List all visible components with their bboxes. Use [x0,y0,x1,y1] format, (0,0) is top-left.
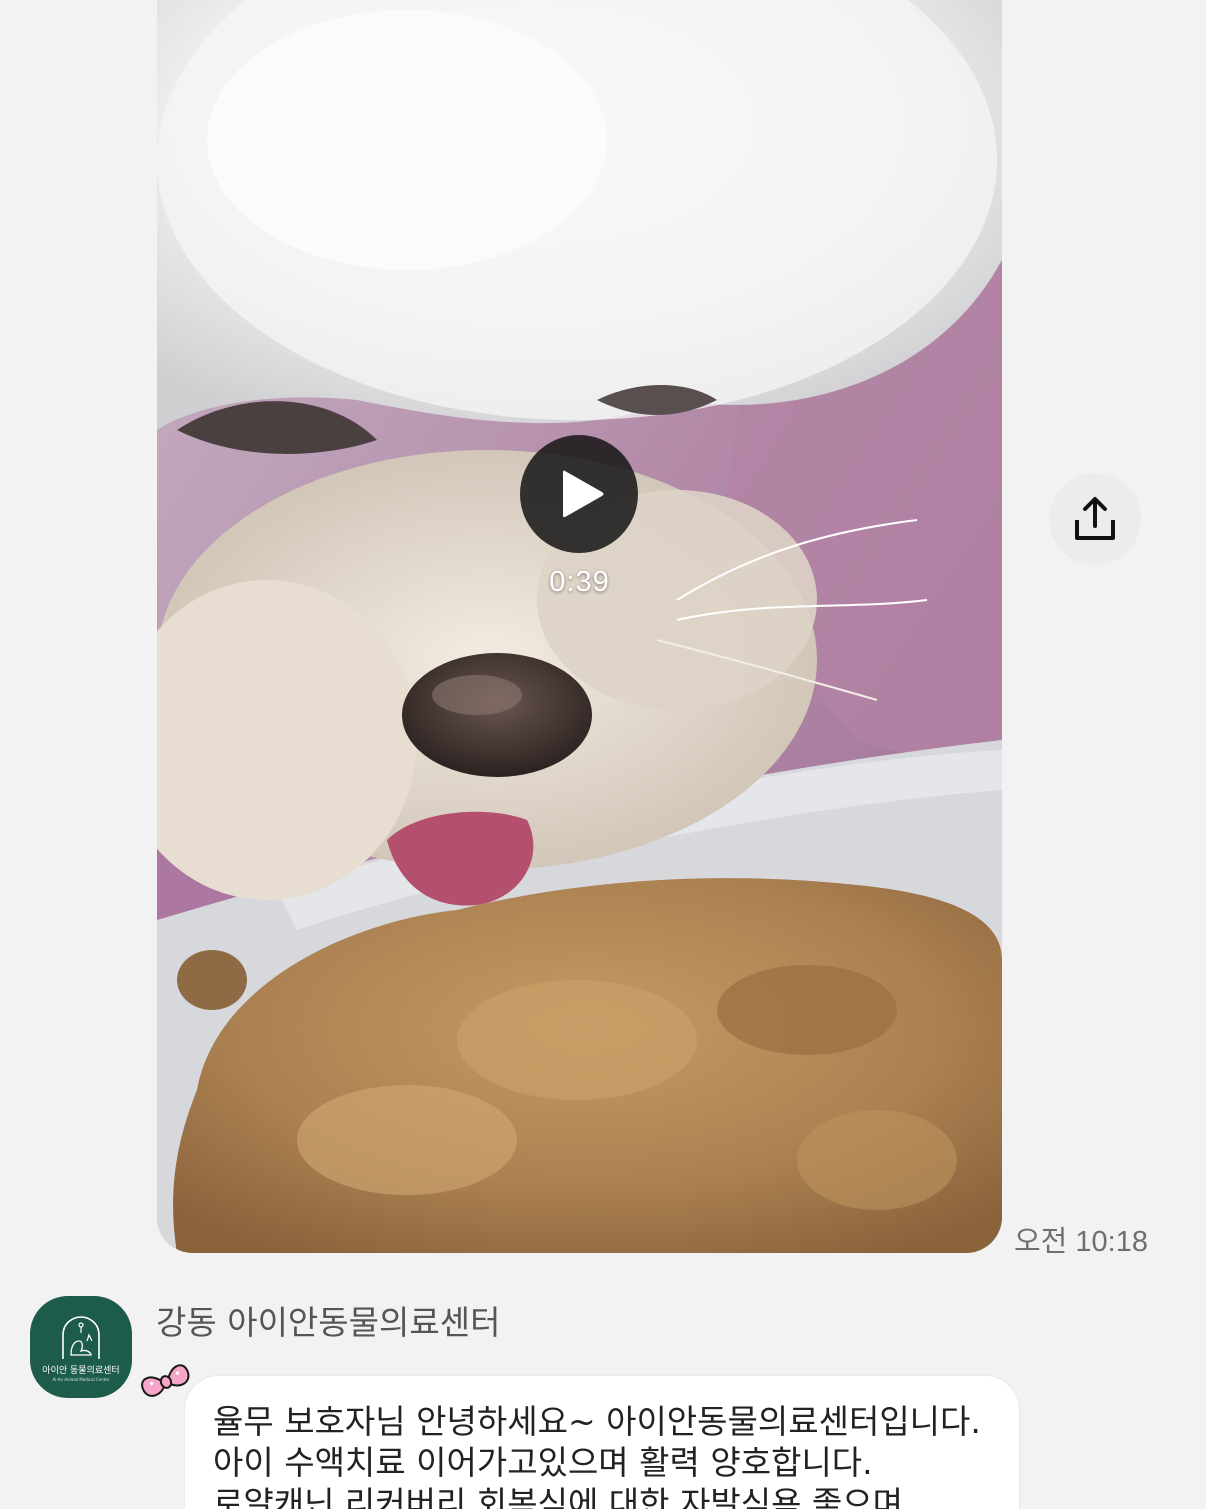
video-duration: 0:39 [549,566,610,598]
sender-avatar[interactable]: 아이안 동물의료센터 Ai-An Animal Medical Center [30,1296,132,1398]
avatar-clinic-name: 아이안 동물의료센터 [42,1365,120,1376]
chat-screen: 0:39 오전 10:18 아이안 동물의료센터 Ai-An Animal Me… [0,0,1206,1509]
play-icon [563,470,604,518]
message-text: 율무 보호자님 안녕하세요~ 아이안동물의료센터입니다. 아이 수액치료 이어가… [213,1402,981,1509]
play-button[interactable] [520,435,638,553]
share-icon [1075,497,1115,540]
clinic-logo-icon [62,1315,100,1359]
sender-name: 강동 아이안동물의료센터 [156,1303,501,1342]
dog-eating-food-thumbnail [157,0,1002,1253]
video-message[interactable]: 0:39 [157,0,1002,1253]
text-message-bubble[interactable]: 율무 보호자님 안녕하세요~ 아이안동물의료센터입니다. 아이 수액치료 이어가… [185,1376,1019,1509]
message-timestamp: 오전 10:18 [1014,1226,1148,1258]
share-button[interactable] [1049,473,1141,565]
avatar-clinic-subtitle: Ai-An Animal Medical Center [52,1376,110,1382]
